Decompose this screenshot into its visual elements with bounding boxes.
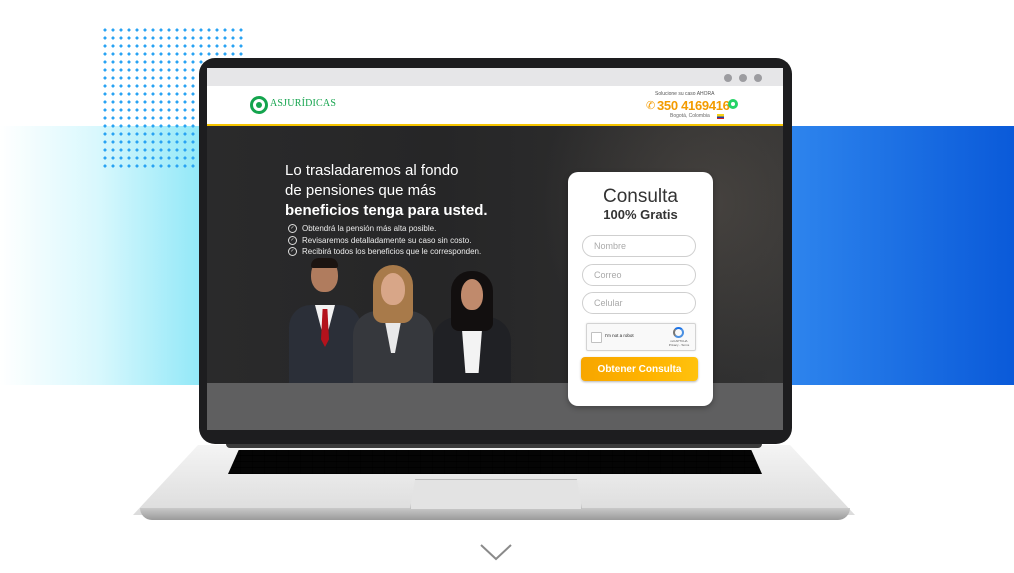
phone-icon: ✆ bbox=[646, 100, 656, 112]
laptop-hinge bbox=[226, 444, 762, 448]
whatsapp-icon[interactable] bbox=[728, 99, 738, 109]
person-image-man bbox=[289, 258, 361, 383]
window-dot-icon bbox=[739, 74, 747, 82]
recaptcha-links[interactable]: Privacy - Terms bbox=[669, 343, 690, 347]
benefit-text: Recibirá todos los beneficios que le cor… bbox=[302, 247, 482, 256]
form-title: Consulta bbox=[603, 186, 678, 207]
check-circle-icon: ✓ bbox=[288, 235, 297, 245]
list-item: ✓ Obtendrá la pensión más alta posible. bbox=[288, 223, 481, 235]
email-input[interactable] bbox=[582, 264, 696, 286]
benefit-text: Obtendrá la pensión más alta posible. bbox=[302, 224, 437, 233]
headline-line-1: Lo trasladaremos al fondo bbox=[285, 162, 459, 179]
recaptcha-checkbox[interactable] bbox=[591, 332, 602, 343]
name-input[interactable] bbox=[582, 235, 696, 257]
phone-input[interactable] bbox=[582, 292, 696, 314]
site-header: ASJURÍDICAS Solucione su caso AHORA ✆ 35… bbox=[207, 86, 783, 126]
location-text: Bogotá, Colombia bbox=[670, 113, 710, 119]
recaptcha-icon bbox=[673, 327, 684, 338]
browser-bar bbox=[207, 68, 783, 86]
headline-line-3: beneficios tenga para usted. bbox=[285, 202, 488, 219]
form-subtitle: 100% Gratis bbox=[603, 207, 678, 222]
list-item: ✓ Recibirá todos los beneficios que le co… bbox=[288, 246, 481, 258]
person-image-woman-right bbox=[433, 271, 511, 383]
recaptcha-widget: I'm not a robot reCAPTCHA Privacy - Terms bbox=[586, 323, 696, 351]
laptop-screen: ASJURÍDICAS Solucione su caso AHORA ✆ 35… bbox=[207, 68, 783, 430]
headline-line-2: de pensiones que más bbox=[285, 182, 436, 199]
recaptcha-label: I'm not a robot bbox=[605, 333, 634, 338]
benefits-list: ✓ Obtendrá la pensión más alta posible. ✓… bbox=[288, 223, 481, 258]
keyboard bbox=[228, 450, 762, 474]
list-item: ✓ Revisaremos detalladamente su caso sin … bbox=[288, 235, 481, 247]
colombia-flag-icon bbox=[717, 114, 724, 119]
phone-number[interactable]: 350 4169416 bbox=[657, 98, 730, 113]
laptop-base-edge bbox=[140, 508, 850, 520]
window-dot-icon bbox=[724, 74, 732, 82]
background-band-right bbox=[782, 126, 1014, 385]
recaptcha-brand: reCAPTCHA Privacy - Terms bbox=[667, 339, 691, 347]
check-circle-icon: ✓ bbox=[288, 224, 297, 234]
header-tagline: Solucione su caso AHORA bbox=[655, 91, 715, 97]
consultation-form: Consulta 100% Gratis I'm not a robot reC… bbox=[568, 172, 713, 406]
window-dot-icon bbox=[754, 74, 762, 82]
person-image-woman-center bbox=[353, 265, 433, 383]
benefit-text: Revisaremos detalladamente su caso sin c… bbox=[302, 235, 472, 245]
chevron-down-icon[interactable] bbox=[479, 542, 513, 562]
logo-icon bbox=[250, 96, 268, 114]
hero-headline: Lo trasladaremos al fondo de pensiones q… bbox=[285, 161, 545, 221]
check-circle-icon: ✓ bbox=[288, 247, 297, 257]
logo-text: ASJURÍDICAS bbox=[270, 98, 337, 109]
trackpad bbox=[410, 479, 582, 509]
submit-button[interactable]: Obtener Consulta bbox=[581, 357, 698, 381]
